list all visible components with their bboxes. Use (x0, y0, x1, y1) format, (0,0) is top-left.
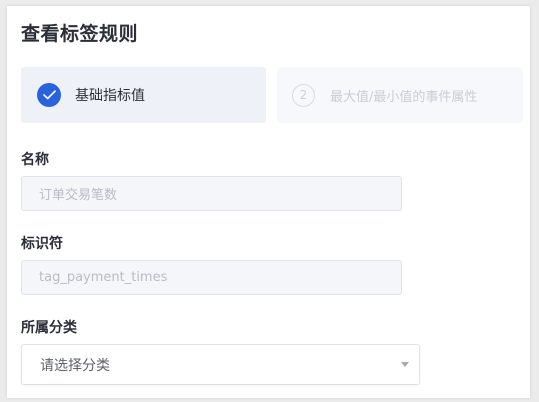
rule-dialog: 查看标签规则 基础指标值 2 最大值/最小值的事件属性 名称 订单交易笔数 标识… (7, 6, 530, 398)
page-title: 查看标签规则 (21, 23, 139, 45)
category-placeholder: 请选择分类 (40, 357, 110, 374)
category-select[interactable]: 请选择分类 (21, 344, 420, 385)
check-icon (37, 83, 61, 107)
step-number: 2 (292, 83, 315, 107)
step-event-attribute[interactable]: 2 最大值/最小值的事件属性 (277, 67, 523, 123)
identifier-label: 标识符 (21, 236, 63, 252)
stepper: 基础指标值 2 最大值/最小值的事件属性 (21, 67, 523, 123)
name-label: 名称 (21, 152, 49, 168)
name-field[interactable]: 订单交易笔数 (21, 176, 402, 211)
identifier-placeholder: tag_payment_times (39, 270, 168, 285)
chevron-down-icon (401, 362, 409, 367)
category-label: 所属分类 (21, 320, 77, 336)
step-label: 基础指标值 (75, 88, 145, 104)
name-placeholder: 订单交易笔数 (39, 188, 118, 203)
step-basic-metric[interactable]: 基础指标值 (21, 67, 266, 123)
identifier-field[interactable]: tag_payment_times (21, 260, 402, 295)
step-label: 最大值/最小值的事件属性 (330, 89, 478, 105)
